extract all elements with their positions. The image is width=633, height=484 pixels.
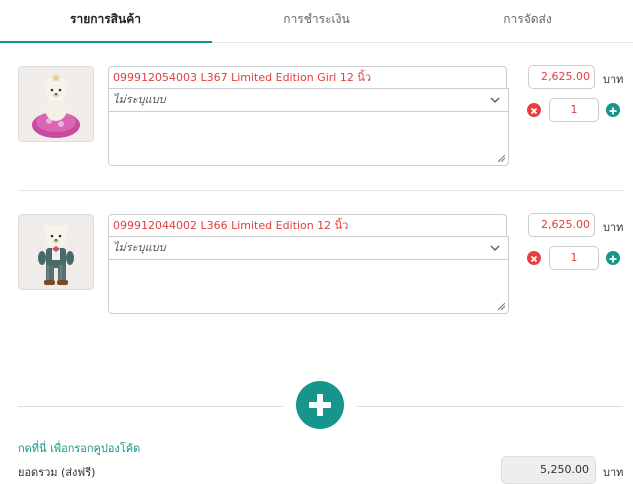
tab-items[interactable]: รายการสินค้า — [0, 0, 212, 43]
variant-select-value: ไม่ระบุแบบ — [113, 241, 166, 254]
variant-select-value: ไม่ระบุแบบ — [113, 93, 166, 106]
item-detail-box: 099912054003 L367 Limited Edition Girl 1… — [108, 66, 509, 216]
total-unit: บาท — [603, 466, 624, 479]
tab-payment[interactable]: การชำระเงิน — [211, 0, 422, 42]
tab-bar: รายการสินค้า การชำระเงิน การจัดส่ง — [0, 0, 633, 43]
note-textarea[interactable] — [108, 112, 509, 166]
coupon-link[interactable]: กดที่นี่ เพื่อกรอกคูปองโค้ด — [18, 439, 140, 457]
increase-quantity-button[interactable] — [606, 251, 620, 265]
quantity-input[interactable]: 1 — [549, 98, 599, 122]
product-image — [18, 214, 94, 290]
product-name: 099912054003 L367 Limited Edition Girl 1… — [108, 66, 507, 88]
circle-plus-icon — [609, 107, 617, 115]
divider-right — [357, 406, 623, 407]
resize-grip-icon[interactable] — [498, 155, 505, 162]
product-name: 099912044002 L366 Limited Edition 12 นิ้… — [108, 214, 507, 236]
increase-quantity-button[interactable] — [606, 103, 620, 117]
price-unit: บาท — [603, 73, 624, 86]
resize-grip-icon[interactable] — [498, 303, 505, 310]
circle-x-icon — [530, 255, 538, 263]
total-label: ยอดรวม (ส่งฟรี) — [18, 466, 96, 479]
quantity-input[interactable]: 1 — [549, 246, 599, 270]
price-unit: บาท — [603, 221, 624, 234]
divider-left — [18, 406, 283, 407]
note-textarea[interactable] — [108, 260, 509, 314]
circle-plus-icon — [609, 255, 617, 263]
remove-item-button[interactable] — [527, 251, 541, 265]
variant-select[interactable]: ไม่ระบุแบบ — [108, 236, 509, 260]
item-detail-box: 099912044002 L366 Limited Edition 12 นิ้… — [108, 214, 509, 364]
remove-item-button[interactable] — [527, 103, 541, 117]
quantity-stepper: 1 — [526, 246, 626, 270]
add-item-button[interactable] — [296, 381, 344, 429]
quantity-stepper: 1 — [526, 98, 626, 122]
chevron-down-icon — [490, 97, 500, 103]
price-field[interactable]: 2,625.00 — [528, 65, 595, 89]
tab-shipping[interactable]: การจัดส่ง — [422, 0, 633, 42]
cart-item: 099912044002 L366 Limited Edition 12 นิ้… — [0, 211, 633, 361]
variant-select[interactable]: ไม่ระบุแบบ — [108, 88, 509, 112]
circle-x-icon — [530, 107, 538, 115]
product-image — [18, 66, 94, 142]
total-value: 5,250.00 — [501, 456, 596, 484]
item-divider — [18, 190, 623, 191]
price-field[interactable]: 2,625.00 — [528, 213, 595, 237]
chevron-down-icon — [490, 245, 500, 251]
